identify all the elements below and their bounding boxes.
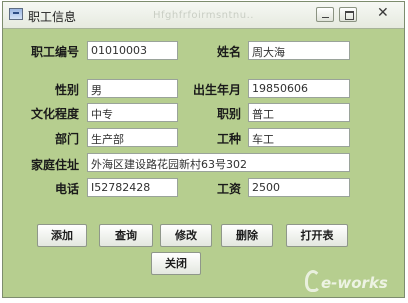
- watermark-logo-icon: [305, 270, 321, 292]
- birth-label: 出生年月: [192, 83, 241, 97]
- job-title-field[interactable]: 普工: [248, 103, 350, 122]
- open-table-button[interactable]: 打开表: [286, 224, 348, 247]
- phone-field[interactable]: I52782428: [87, 178, 178, 197]
- gender-field[interactable]: 男: [87, 79, 178, 98]
- job-title-label: 职别: [216, 107, 241, 121]
- name-field[interactable]: 周大海: [248, 41, 350, 60]
- employee-info-window: 职工信息 Hfghfrfoirmsntnu.. ✕ 职工编号 01010003 …: [2, 1, 405, 298]
- title-bar[interactable]: 职工信息 Hfghfrfoirmsntnu.. ✕: [3, 2, 404, 29]
- close-window-button[interactable]: ✕: [374, 5, 392, 22]
- title-ghost-text: Hfghfrfoirmsntnu..: [153, 10, 254, 21]
- department-label: 部门: [54, 132, 79, 146]
- close-button[interactable]: 关闭: [151, 252, 201, 275]
- employee-id-label: 职工编号: [30, 45, 79, 59]
- app-window-icon: [9, 8, 23, 20]
- name-label: 姓名: [216, 45, 241, 59]
- education-field[interactable]: 中专: [87, 103, 178, 122]
- gender-label: 性别: [54, 83, 79, 97]
- salary-field[interactable]: 2500: [248, 178, 350, 197]
- address-label: 家庭住址: [30, 158, 79, 172]
- department-field[interactable]: 生产部: [87, 128, 178, 147]
- maximize-icon[interactable]: [339, 7, 357, 22]
- education-label: 文化程度: [30, 107, 79, 121]
- job-type-label: 工种: [216, 132, 241, 146]
- close-icon: ✕: [377, 5, 389, 21]
- phone-label: 电话: [54, 182, 79, 196]
- delete-button[interactable]: 删除: [221, 224, 273, 247]
- salary-label: 工资: [216, 182, 241, 196]
- query-button[interactable]: 查询: [99, 224, 153, 247]
- add-button[interactable]: 添加: [37, 224, 87, 247]
- modify-button[interactable]: 修改: [160, 224, 212, 247]
- minimize-icon[interactable]: [316, 7, 334, 22]
- job-type-field[interactable]: 车工: [248, 128, 350, 147]
- birth-field[interactable]: 19850606: [248, 79, 350, 98]
- employee-id-field[interactable]: 01010003: [87, 41, 178, 60]
- watermark-text: e-works: [321, 274, 388, 292]
- window-title: 职工信息: [28, 10, 77, 24]
- address-field[interactable]: 外海区建设路花园新村63号302: [87, 153, 350, 172]
